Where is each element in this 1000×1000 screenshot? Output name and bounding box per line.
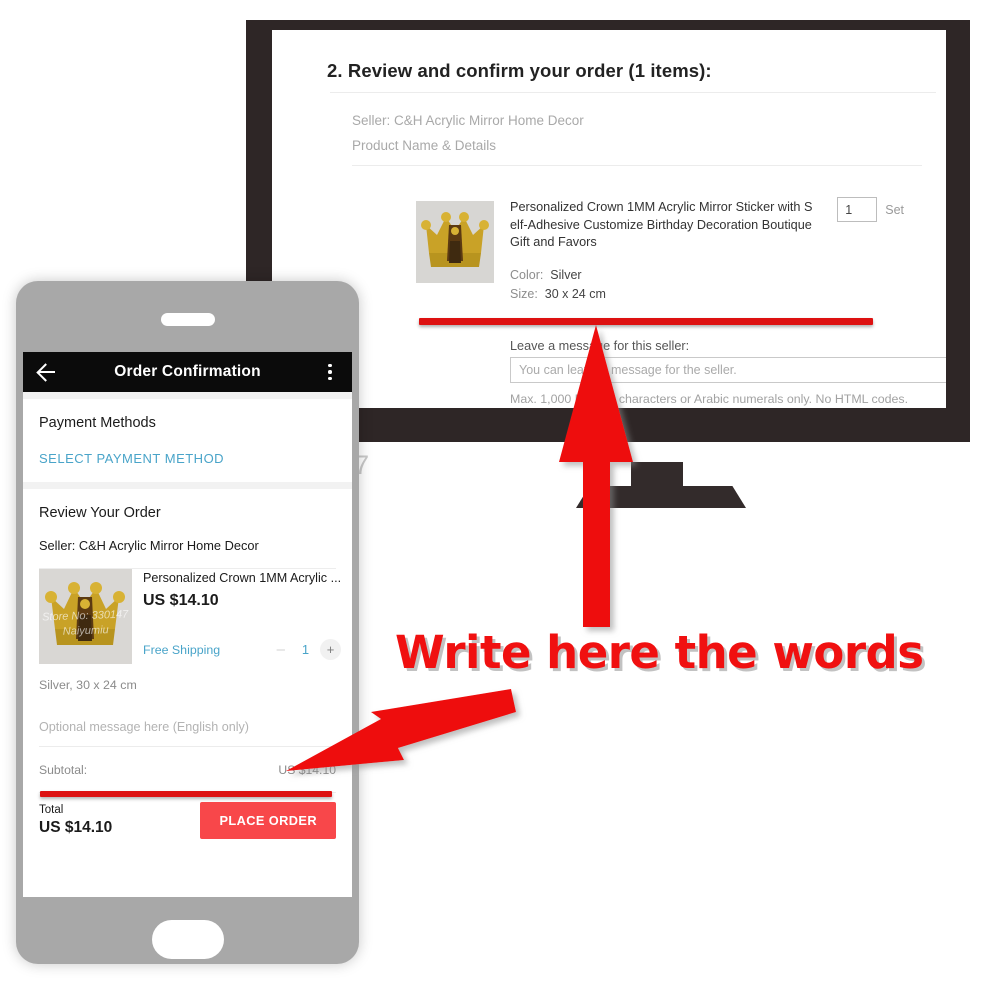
quantity-decrease-button[interactable]: – [271, 642, 291, 657]
quantity-input[interactable]: 1 [837, 197, 878, 222]
quantity-group: 1 Set [837, 197, 904, 222]
review-order-section: Review Your Order Seller: C&H Acrylic Mi… [23, 489, 352, 839]
seller-message-label: Leave a message for this seller: [510, 339, 690, 353]
monitor-stand-neck [631, 462, 683, 486]
payment-methods-section: Payment Methods SELECT PAYMENT METHOD [23, 399, 352, 482]
seller-label: Seller: C&H Acrylic Mirror Home Decor [352, 113, 584, 128]
select-payment-method-link[interactable]: SELECT PAYMENT METHOD [39, 431, 336, 482]
subtotal-label: Subtotal: [39, 763, 88, 777]
quantity-value: 1 [301, 642, 310, 657]
seller-message-hint: Max. 1,000 English characters or Arabic … [510, 392, 909, 406]
product-column-header: Product Name & Details [352, 138, 497, 153]
section-gap [23, 482, 352, 489]
desktop-checkout-page: 2. Review and confirm your order (1 item… [272, 30, 946, 408]
color-label: Color: [510, 267, 544, 282]
review-order-heading: Review Your Order [39, 505, 161, 521]
phone-home-button[interactable] [152, 920, 224, 959]
total-value: US $14.10 [39, 819, 113, 836]
desktop-message-underline-highlight [419, 318, 873, 325]
screenshot-stage: 2. Review and confirm your order (1 item… [0, 0, 1000, 1000]
product-thumbnail: Store No: 330147 Naiyumiu [39, 569, 132, 664]
phone-seller-label: Seller: C&H Acrylic Mirror Home Decor [39, 538, 259, 553]
quantity-increase-button[interactable]: + [320, 639, 342, 660]
back-arrow-icon[interactable] [36, 361, 58, 383]
shipping-and-quantity-row: Free Shipping – 1 + [143, 610, 342, 660]
quantity-stepper: – 1 + [271, 639, 342, 660]
order-line-item-info: Personalized Crown 1MM Acrylic ... US $1… [132, 569, 342, 664]
payment-methods-heading: Payment Methods [39, 415, 156, 431]
monitor-stand-base [576, 486, 746, 508]
size-value: 30 x 24 cm [544, 286, 606, 301]
color-value: Silver [550, 267, 582, 282]
monitor-screen: 2. Review and confirm your order (1 item… [272, 30, 946, 408]
total-label: Total [39, 804, 64, 816]
free-shipping-link[interactable]: Free Shipping [143, 643, 220, 657]
product-name: Personalized Crown 1MM Acrylic Mirror St… [510, 200, 813, 249]
product-info: Personalized Crown 1MM Acrylic Mirror St… [510, 199, 815, 304]
phone-speaker [161, 313, 215, 326]
total-group: Total US $14.10 [39, 804, 112, 837]
size-label: Size: [510, 286, 538, 301]
card-divider [352, 165, 922, 166]
app-bar: Order Confirmation [23, 352, 352, 392]
kebab-menu-icon[interactable] [321, 363, 339, 381]
product-attributes: Silver, 30 x 24 cm [39, 678, 137, 692]
page-title: 2. Review and confirm your order (1 item… [327, 60, 712, 81]
subtotal-row: Subtotal: US $14.10 [39, 747, 336, 792]
total-row: Total US $14.10 PLACE ORDER [39, 793, 336, 839]
quantity-unit-label: Set [885, 202, 904, 217]
order-line-item: Store No: 330147 Naiyumiu Personalized C… [39, 569, 342, 664]
product-attributes: Color: Silver Size: 30 x 24 cm [510, 266, 815, 304]
product-thumbnail [416, 201, 494, 283]
subtotal-value: US $14.10 [278, 763, 336, 777]
section-gap [23, 392, 352, 399]
phone-screen: Order Confirmation Payment Methods SELEC… [23, 352, 352, 897]
place-order-button[interactable]: PLACE ORDER [200, 802, 336, 839]
order-card: Seller: C&H Acrylic Mirror Home Decor Pr… [330, 92, 946, 408]
app-bar-title: Order Confirmation [114, 363, 261, 380]
product-price: US $14.10 [143, 592, 219, 609]
phone-message-underline-highlight [40, 791, 332, 797]
product-name: Personalized Crown 1MM Acrylic ... [143, 571, 342, 585]
crown-sticker-icon [39, 569, 132, 664]
optional-message-input[interactable]: Optional message here (English only) [39, 692, 336, 734]
callout-text: Write here the words [395, 626, 924, 679]
seller-message-input[interactable]: You can leave a message for the seller. [510, 357, 946, 383]
crown-sticker-icon [416, 201, 494, 283]
